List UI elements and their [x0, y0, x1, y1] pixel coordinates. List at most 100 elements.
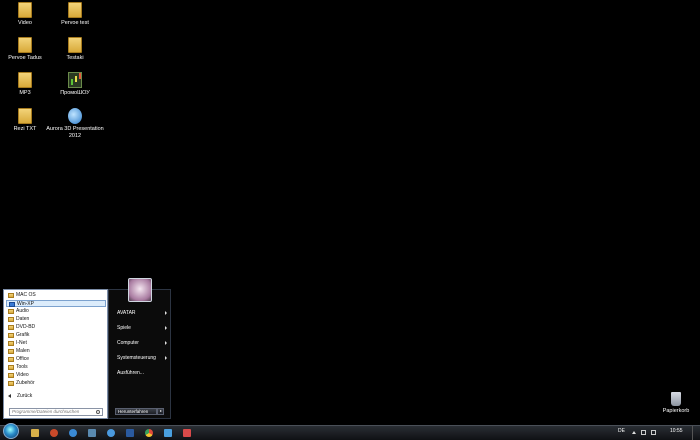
menu-item-label: Systemsteuerung [117, 355, 156, 361]
language-indicator[interactable]: DE [618, 428, 625, 434]
app-icon[interactable] [183, 429, 191, 437]
tray-expand-icon[interactable] [632, 431, 636, 434]
menu-item-label: DVD-BD [16, 324, 36, 330]
menu-item-video[interactable]: Video [6, 372, 106, 380]
explorer-icon[interactable] [31, 429, 39, 437]
chevron-right-icon [165, 356, 167, 360]
menu-item-label: Video [16, 372, 29, 378]
windows-icon [9, 302, 15, 308]
folder-icon [8, 381, 14, 387]
folder-icon [8, 349, 14, 355]
menu-item-ausfuehren[interactable]: Ausführen... [117, 370, 169, 376]
app-icon[interactable] [107, 429, 115, 437]
aurora-app-icon [68, 108, 82, 124]
start-button[interactable] [3, 423, 19, 439]
folder-icon [8, 325, 14, 331]
network-icon[interactable] [641, 430, 646, 435]
menu-item-label: Malen [16, 348, 30, 354]
folder-icon [68, 2, 82, 18]
desktop-icon-label: MP3 [19, 90, 31, 96]
desktop-icon-label: Video [18, 20, 32, 26]
shutdown-button[interactable]: Herunterfahren [115, 408, 157, 415]
menu-item-mac-os[interactable]: MAC OS [6, 292, 106, 300]
back-button[interactable]: Zurück [8, 393, 32, 399]
menu-item-i-net[interactable]: I-Net [6, 340, 106, 348]
desktop-icon-aurora[interactable]: Aurora 3D Presentation 2012 [45, 108, 105, 140]
menu-item-tools[interactable]: Tools [6, 364, 106, 372]
folder-icon [68, 37, 82, 53]
desktop-icon-label: Aurora 3D Presentation 2012 [46, 126, 104, 139]
menu-item-label: Win-XP [17, 300, 34, 307]
folder-icon [18, 108, 32, 124]
folder-icon [18, 72, 32, 88]
volume-icon[interactable] [651, 430, 656, 435]
recycle-bin-icon [671, 392, 681, 406]
clock[interactable]: 10:55 [670, 428, 683, 434]
menu-item-label: Audio [16, 308, 29, 314]
folder-icon [8, 365, 14, 371]
folder-icon [8, 373, 14, 379]
menu-item-daten[interactable]: Daten [6, 316, 106, 324]
desktop-icon-label: Testaki [66, 55, 84, 61]
start-menu-programs-pane: MAC OS Win-XP Audio Daten DVD-BD Grafik … [3, 289, 108, 419]
desktop-icon-label: Rezi TXT [13, 126, 37, 132]
desktop-icon-label: Papierkorb [662, 408, 690, 414]
folder-icon [8, 293, 14, 299]
folder-icon [8, 341, 14, 347]
show-desktop-button[interactable] [692, 426, 700, 440]
back-label: Zurück [17, 393, 33, 399]
chrome-icon[interactable] [145, 429, 153, 437]
menu-item-label: Computer [117, 340, 139, 346]
chevron-right-icon [165, 341, 167, 345]
chevron-right-icon [165, 311, 167, 315]
menu-item-systemsteuerung[interactable]: Systemsteuerung [117, 355, 169, 361]
menu-item-malen[interactable]: Malen [6, 348, 106, 356]
menu-item-spiele[interactable]: Spiele [117, 325, 169, 331]
internet-explorer-icon[interactable] [69, 429, 77, 437]
folder-icon [8, 357, 14, 363]
media-player-icon[interactable] [50, 429, 58, 437]
folder-icon [18, 2, 32, 18]
search-placeholder: Programme/Dateien durchsuchen [12, 409, 80, 414]
menu-item-label: Tools [16, 364, 28, 370]
menu-item-label: Ausführen... [117, 370, 144, 376]
search-input[interactable]: Programme/Dateien durchsuchen [9, 408, 103, 416]
app-icon[interactable] [88, 429, 96, 437]
desktop-icon-label: ПромоШОУ [60, 90, 90, 96]
menu-item-label: Zubehör [16, 380, 35, 386]
folder-icon [8, 317, 14, 323]
menu-item-avatar[interactable]: AVATAR [117, 310, 169, 316]
menu-item-label: Grafik [16, 332, 30, 338]
start-menu: MAC OS Win-XP Audio Daten DVD-BD Grafik … [3, 289, 171, 425]
shutdown-options-button[interactable] [157, 408, 164, 415]
desktop-icon-promoshow[interactable]: ПромоШОУ [45, 72, 105, 97]
menu-item-label: I-Net [16, 340, 27, 346]
menu-item-label: Spiele [117, 325, 131, 331]
back-arrow-icon [8, 393, 11, 398]
menu-item-computer[interactable]: Computer [117, 340, 169, 346]
taskbar: DE 10:55 [0, 423, 700, 440]
desktop-icon-label: Pervoe Tadus [8, 55, 42, 61]
menu-item-label: Office [16, 356, 29, 362]
desktop-icon-testaki[interactable]: Testaki [45, 37, 105, 62]
folder-icon [8, 309, 14, 315]
shutdown-label: Herunterfahren [118, 409, 149, 414]
menu-item-win-xp[interactable]: Win-XP [6, 299, 106, 308]
desktop-icon-pervoe-test[interactable]: Pervoe test [45, 2, 105, 27]
menu-item-grafik[interactable]: Grafik [6, 332, 106, 340]
user-avatar[interactable] [128, 278, 152, 302]
menu-item-label: MAC OS [16, 292, 36, 298]
chart-icon [68, 72, 82, 88]
chevron-right-icon [165, 326, 167, 330]
menu-item-audio[interactable]: Audio [6, 308, 106, 316]
menu-item-office[interactable]: Office [6, 356, 106, 364]
menu-item-label: AVATAR [117, 310, 136, 316]
folder-icon [8, 333, 14, 339]
app-icon[interactable] [126, 429, 134, 437]
app-icon[interactable] [164, 429, 172, 437]
menu-item-zubehoer[interactable]: Zubehör [6, 380, 106, 388]
desktop-icon-recycle-bin[interactable]: Papierkorb [646, 392, 700, 415]
start-menu-right-pane: AVATAR Spiele Computer Systemsteuerung A… [108, 289, 171, 419]
menu-item-dvd-bd[interactable]: DVD-BD [6, 324, 106, 332]
desktop-icon-label: Pervoe test [61, 20, 89, 26]
